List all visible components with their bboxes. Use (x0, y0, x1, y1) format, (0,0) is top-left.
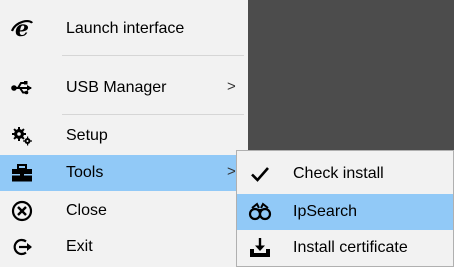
install-download-icon (248, 236, 272, 260)
tools-submenu: Check install IpSearch Install certifica… (236, 150, 454, 267)
context-menu: e Launch interface USB Manager > Setup T… (0, 0, 248, 267)
submenu-item-check-install[interactable]: Check install (237, 156, 453, 192)
submenu-arrow-icon: > (227, 78, 236, 95)
submenu-arrow-icon: > (227, 163, 236, 180)
gears-icon (10, 124, 34, 148)
menu-item-launch-interface[interactable]: e Launch interface (0, 11, 248, 47)
binoculars-icon (248, 200, 272, 224)
desktop-backdrop (248, 0, 454, 150)
menu-item-label: USB Manager (66, 79, 167, 96)
menu-item-tools[interactable]: Tools > (0, 155, 248, 191)
close-circle-icon (10, 199, 34, 223)
submenu-item-label: IpSearch (293, 203, 358, 220)
menu-item-label: Setup (66, 127, 108, 144)
menu-item-setup[interactable]: Setup (0, 118, 248, 154)
menu-item-usb-manager[interactable]: USB Manager > (0, 70, 248, 106)
submenu-item-label: Check install (293, 165, 384, 182)
screen: e Launch interface USB Manager > Setup T… (0, 0, 454, 267)
toolbox-icon (10, 161, 34, 185)
usb-icon (10, 76, 34, 100)
menu-item-close[interactable]: Close (0, 193, 248, 229)
checkmark-icon (248, 162, 272, 186)
submenu-item-label: Install certificate (293, 239, 408, 256)
menu-separator (62, 55, 244, 56)
menu-item-exit[interactable]: Exit (0, 229, 248, 265)
exit-arrow-icon (10, 235, 34, 259)
menu-item-label: Exit (66, 238, 93, 255)
submenu-item-ipsearch[interactable]: IpSearch (237, 194, 453, 230)
menu-separator (62, 114, 244, 115)
menu-item-label: Launch interface (66, 20, 185, 37)
menu-item-label: Close (66, 202, 107, 219)
submenu-item-install-certificate[interactable]: Install certificate (237, 230, 453, 266)
internet-explorer-icon: e (10, 17, 34, 41)
menu-item-label: Tools (66, 164, 104, 181)
